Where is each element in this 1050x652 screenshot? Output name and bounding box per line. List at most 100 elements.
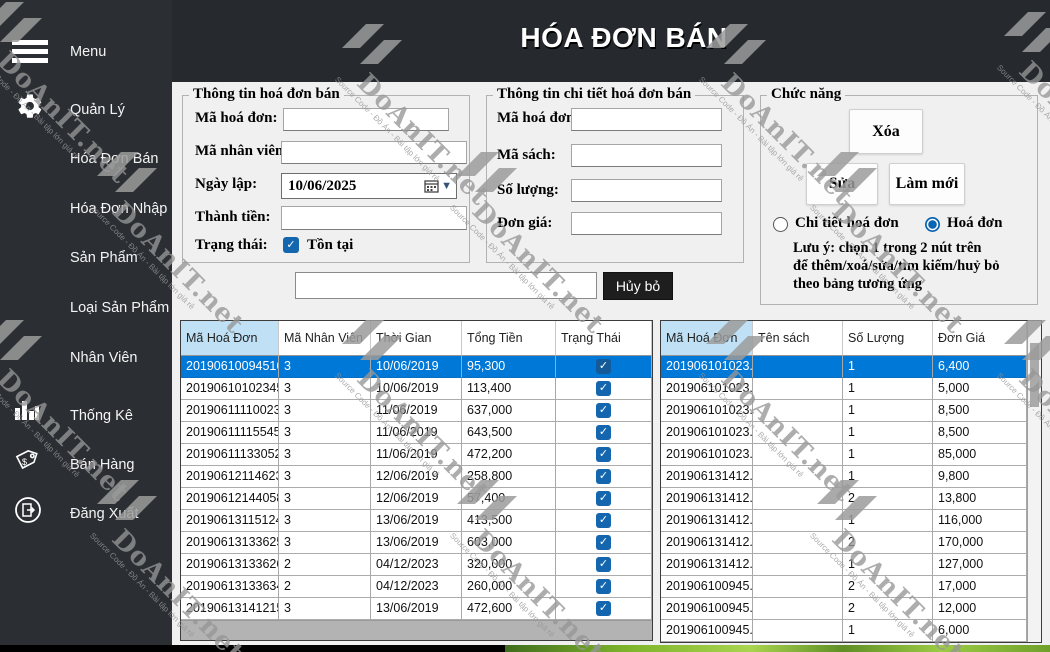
table-cell[interactable]: ✓ [556, 356, 652, 378]
table-cell[interactable] [753, 356, 843, 378]
table-cell[interactable]: 201906101023... [661, 422, 753, 444]
table-cell[interactable]: 201906101023... [661, 400, 753, 422]
radio-detail-label[interactable]: Chi tiết hoá đơn [795, 215, 899, 232]
table-cell[interactable]: ✓ [556, 510, 652, 532]
table-cell[interactable]: 04/12/2023 [371, 576, 462, 598]
table-cell[interactable]: 10/06/2019 [371, 356, 462, 378]
table-cell[interactable]: 2 [843, 598, 933, 620]
table-cell[interactable]: 1 [843, 510, 933, 532]
table-cell[interactable]: 13/06/2019 [371, 598, 462, 620]
sidebar-item-hoa-don-ban[interactable]: Hóa Đơn Bán [0, 143, 172, 177]
scrollbar-thumb[interactable] [1030, 343, 1039, 407]
table-row[interactable]: 201906101023... 1 5,000 [661, 378, 1041, 400]
table-cell[interactable]: 201906101023... [661, 444, 753, 466]
table-cell[interactable]: 6,400 [933, 356, 1027, 378]
sidebar-item-san-pham[interactable]: Sản Phẩm [0, 242, 172, 276]
table-cell[interactable]: 5,000 [933, 378, 1027, 400]
table-cell[interactable]: ✓ [556, 598, 652, 620]
table-cell[interactable]: 1 [843, 378, 933, 400]
table-cell[interactable]: ✓ [556, 444, 652, 466]
table-cell[interactable]: 3 [279, 466, 371, 488]
table-cell[interactable]: 413,500 [462, 510, 556, 532]
sidebar-item-hoa-don-nhap[interactable]: Hóa Đơn Nhập [0, 193, 172, 227]
table-cell[interactable]: ✓ [556, 532, 652, 554]
table-row[interactable]: 201906131412... 1 127,000 [661, 554, 1041, 576]
hamburger-icon[interactable] [12, 36, 48, 67]
radio-invoice-label[interactable]: Hoá đơn [947, 215, 1002, 232]
table-cell[interactable]: 3 [279, 510, 371, 532]
table-cell[interactable]: 13/06/2019 [371, 532, 462, 554]
table-cell[interactable]: 201906100945... [661, 576, 753, 598]
table-cell[interactable]: 3 [279, 400, 371, 422]
unit-price-input[interactable] [571, 212, 722, 235]
status-checkbox[interactable]: ✓ [596, 491, 611, 506]
sidebar-item-quan-ly[interactable]: Quản Lý [0, 94, 172, 128]
invoice-id-input[interactable] [283, 108, 449, 131]
table-row[interactable]: 201906100945... 2 17,000 [661, 576, 1041, 598]
table-cell[interactable]: ✓ [556, 378, 652, 400]
column-header[interactable]: Trạng Thái [556, 321, 652, 356]
table-row[interactable]: 20190613115124 3 13/06/2019 413,500 ✓ [181, 510, 652, 532]
table-row[interactable]: 20190611133052 3 11/06/2019 472,200 ✓ [181, 444, 652, 466]
sidebar-item-nhan-vien[interactable]: Nhân Viên [0, 342, 172, 376]
table-cell[interactable]: 201906131412... [661, 488, 753, 510]
table-row[interactable]: 20190612114623 3 12/06/2019 258,800 ✓ [181, 466, 652, 488]
table-cell[interactable]: 17,000 [933, 576, 1027, 598]
table-cell[interactable]: 3 [279, 598, 371, 620]
table-cell[interactable]: 201906100945... [661, 620, 753, 642]
table-cell[interactable]: 1 [843, 554, 933, 576]
table-cell[interactable]: 643,500 [462, 422, 556, 444]
table-cell[interactable]: 10/06/2019 [371, 378, 462, 400]
table-row[interactable]: 201906131412... 2 13,800 [661, 488, 1041, 510]
table-cell[interactable]: 603,000 [462, 532, 556, 554]
table-cell[interactable]: 13,800 [933, 488, 1027, 510]
table-cell[interactable]: 116,000 [933, 510, 1027, 532]
status-checkbox[interactable]: ✓ [596, 469, 611, 484]
table-cell[interactable]: 95,300 [462, 356, 556, 378]
table-cell[interactable]: 201906131412... [661, 532, 753, 554]
table-cell[interactable]: ✓ [556, 554, 652, 576]
table-cell[interactable]: 20190612114623 [181, 466, 279, 488]
table-row[interactable]: 201906101023... 1 6,400 [661, 356, 1041, 378]
table-cell[interactable]: 20190612144058 [181, 488, 279, 510]
table-cell[interactable]: 637,000 [462, 400, 556, 422]
table-cell[interactable]: 12/06/2019 [371, 488, 462, 510]
table-cell[interactable]: 1 [843, 466, 933, 488]
table-cell[interactable]: 3 [279, 378, 371, 400]
table-cell[interactable]: 11/06/2019 [371, 422, 462, 444]
table-cell[interactable]: 3 [279, 532, 371, 554]
table-row[interactable]: 201906100945... 2 12,000 [661, 598, 1041, 620]
table-cell[interactable] [753, 488, 843, 510]
table-row[interactable]: 20190613141215 3 13/06/2019 472,600 ✓ [181, 598, 652, 620]
table-row[interactable]: 20190611115545 3 11/06/2019 643,500 ✓ [181, 422, 652, 444]
table-cell[interactable]: 1 [843, 400, 933, 422]
table-cell[interactable]: 2 [279, 554, 371, 576]
table-cell[interactable] [753, 620, 843, 642]
table-cell[interactable]: 201906131412... [661, 510, 753, 532]
book-id-input[interactable] [571, 144, 722, 167]
column-header[interactable]: Tổng Tiền [462, 321, 556, 356]
table-cell[interactable] [753, 510, 843, 532]
table-cell[interactable]: 170,000 [933, 532, 1027, 554]
table-row[interactable]: 20190612144058 3 12/06/2019 57,400 ✓ [181, 488, 652, 510]
table-cell[interactable]: 6,000 [933, 620, 1027, 642]
table-cell[interactable]: 11/06/2019 [371, 444, 462, 466]
chevron-down-icon[interactable]: ▼ [439, 180, 456, 192]
table-cell[interactable]: 12,000 [933, 598, 1027, 620]
table-row[interactable]: 20190613133625 3 13/06/2019 603,000 ✓ [181, 532, 652, 554]
status-checkbox[interactable]: ✓ [596, 425, 611, 440]
table-cell[interactable]: 201906101023... [661, 356, 753, 378]
status-checkbox[interactable]: ✓ [283, 237, 299, 253]
table-cell[interactable]: 20190611115545 [181, 422, 279, 444]
column-header[interactable]: Mã Hoá Đơn [181, 321, 279, 356]
table-cell[interactable]: 3 [279, 444, 371, 466]
table-cell[interactable]: 201906100945... [661, 598, 753, 620]
radio-detail[interactable] [773, 217, 788, 232]
refresh-button[interactable]: Làm mới [889, 163, 965, 205]
table-cell[interactable] [753, 400, 843, 422]
table-cell[interactable] [753, 576, 843, 598]
table-cell[interactable]: 13/06/2019 [371, 510, 462, 532]
table-cell[interactable]: 20190610102345 [181, 378, 279, 400]
total-input[interactable] [281, 206, 467, 230]
table-cell[interactable]: 127,000 [933, 554, 1027, 576]
